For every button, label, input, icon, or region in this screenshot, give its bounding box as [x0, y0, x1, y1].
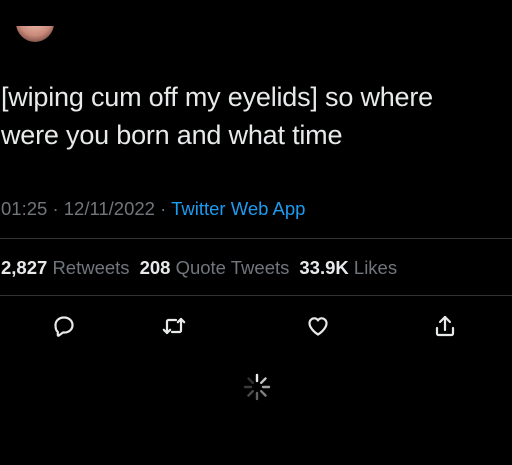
avatar[interactable] [16, 26, 54, 42]
like-icon [308, 317, 328, 336]
tweet-text-line: were you born and what time [1, 120, 343, 150]
retweets-label: Retweets [52, 257, 130, 278]
retweets-count: 2,827 [1, 257, 48, 278]
tweet-metadata: 01:25 · 12/11/2022 · Twitter Web App [1, 196, 305, 222]
divider [0, 238, 512, 239]
quote-tweets-count: 208 [139, 257, 171, 278]
likes-stat[interactable]: 33.9K Likes [299, 257, 397, 278]
retweet-button[interactable] [160, 312, 188, 340]
retweets-stat[interactable]: 2,827 Retweets [1, 257, 130, 278]
quote-tweets-label: Quote Tweets [175, 257, 290, 278]
tweet-text: [wiping cum off my eyelids] so where wer… [1, 78, 506, 154]
loading-spinner-icon [243, 373, 271, 401]
quote-tweets-stat[interactable]: 208 Quote Tweets [140, 257, 290, 278]
divider [0, 295, 512, 296]
likes-count: 33.9K [299, 257, 349, 278]
tweet-actions-bar [0, 308, 512, 344]
tweet-text-line: [wiping cum off my eyelids] so where [1, 82, 433, 112]
tweet-time[interactable]: 01:25 [1, 198, 47, 219]
engagement-stats: 2,827 Retweets 208 Quote Tweets 33.9K Like… [1, 255, 397, 281]
meta-separator: · [52, 198, 59, 219]
like-button[interactable] [304, 312, 332, 340]
tweet-source-link[interactable]: Twitter Web App [171, 198, 305, 219]
share-icon [435, 315, 455, 337]
retweet-icon [162, 317, 186, 335]
reply-button[interactable] [50, 312, 78, 340]
likes-label: Likes [353, 257, 398, 278]
avatar-crop[interactable] [16, 26, 54, 44]
share-button[interactable] [431, 312, 459, 340]
tweet-date[interactable]: 12/11/2022 [64, 198, 155, 219]
meta-separator: · [160, 198, 167, 219]
reply-icon [54, 316, 74, 337]
